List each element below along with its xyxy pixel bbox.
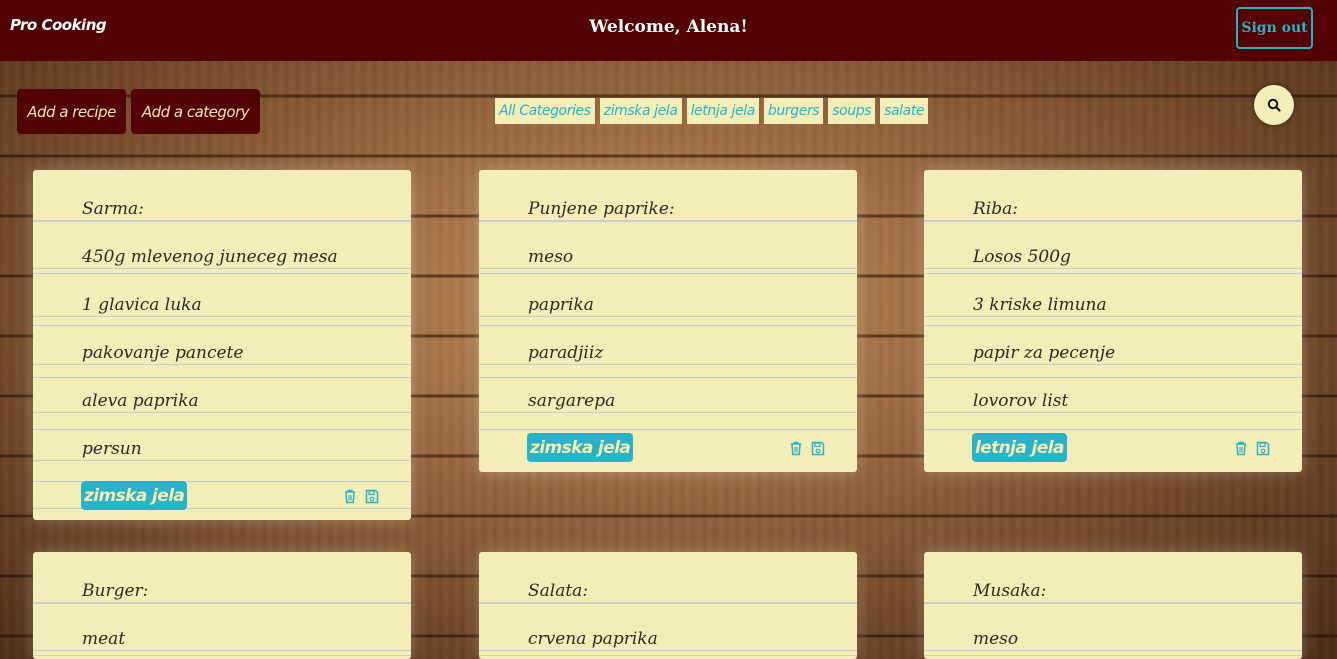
recipe-title: Riba: xyxy=(973,199,1018,219)
category-filter-letnja-jela[interactable]: letnja jela xyxy=(686,98,759,124)
recipe-title: Punjene paprike: xyxy=(528,199,675,219)
trash-icon[interactable] xyxy=(343,489,357,504)
search-button[interactable] xyxy=(1254,85,1294,125)
recipe-ingredient: 450g mlevenog juneceg mesa xyxy=(82,247,338,267)
save-icon[interactable] xyxy=(365,489,379,504)
recipe-title: Burger: xyxy=(82,581,149,601)
recipe-ingredient: lovorov list xyxy=(973,391,1069,411)
category-filter-bar: All Categories zimska jela letnja jela b… xyxy=(495,98,929,124)
recipe-ingredient: papir za pecenje xyxy=(973,343,1116,363)
recipe-ingredient: pakovanje pancete xyxy=(82,343,244,363)
top-navbar: Pro Cooking Welcome, Alena! Sign out xyxy=(0,0,1337,61)
recipe-title: Sarma: xyxy=(82,199,144,219)
save-icon[interactable] xyxy=(811,441,825,456)
recipe-card: Sarma: 450g mlevenog juneceg mesa 1 glav… xyxy=(33,170,411,520)
recipe-ingredient: meso xyxy=(528,247,574,267)
recipe-card: Musaka: meso xyxy=(924,552,1302,659)
recipe-ingredient: meat xyxy=(82,629,126,649)
recipe-ingredient: 1 glavica luka xyxy=(82,295,202,315)
recipe-ingredient: paradjiiz xyxy=(528,343,604,363)
recipe-ingredient: sargarepa xyxy=(528,391,616,411)
trash-icon[interactable] xyxy=(789,441,803,456)
recipe-category-tag[interactable]: zimska jela xyxy=(527,433,634,462)
category-filter-all[interactable]: All Categories xyxy=(495,98,595,124)
category-filter-burgers[interactable]: burgers xyxy=(763,98,824,124)
recipe-card: Burger: meat xyxy=(33,552,411,659)
save-icon[interactable] xyxy=(1256,441,1270,456)
recipe-card: Punjene paprike: meso paprika paradjiiz … xyxy=(479,170,857,472)
category-filter-zimska-jela[interactable]: zimska jela xyxy=(599,98,682,124)
category-filter-salate[interactable]: salate xyxy=(880,98,929,124)
recipe-ingredient: crvena paprika xyxy=(528,629,658,649)
welcome-message: Welcome, Alena! xyxy=(589,17,748,37)
recipe-card: Salata: crvena paprika xyxy=(479,552,857,659)
recipe-category-tag[interactable]: letnja jela xyxy=(972,433,1067,462)
search-icon xyxy=(1267,98,1281,112)
category-filter-soups[interactable]: soups xyxy=(828,98,876,124)
recipe-ingredient: paprika xyxy=(528,295,594,315)
recipe-ingredient: meso xyxy=(973,629,1019,649)
recipe-title: Musaka: xyxy=(973,581,1047,601)
recipe-category-tag[interactable]: zimska jela xyxy=(81,481,188,510)
add-recipe-button[interactable]: Add a recipe xyxy=(17,89,126,134)
trash-icon[interactable] xyxy=(1234,441,1248,456)
recipe-ingredient: persun xyxy=(82,439,142,459)
add-category-button[interactable]: Add a category xyxy=(131,89,260,134)
recipe-title: Salata: xyxy=(528,581,589,601)
recipe-ingredient: 3 kriske limuna xyxy=(973,295,1107,315)
sign-out-button[interactable]: Sign out xyxy=(1236,7,1313,49)
recipe-card: Riba: Losos 500g 3 kriske limuna papir z… xyxy=(924,170,1302,472)
recipe-ingredient: Losos 500g xyxy=(973,247,1071,267)
recipe-ingredient: aleva paprika xyxy=(82,391,199,411)
